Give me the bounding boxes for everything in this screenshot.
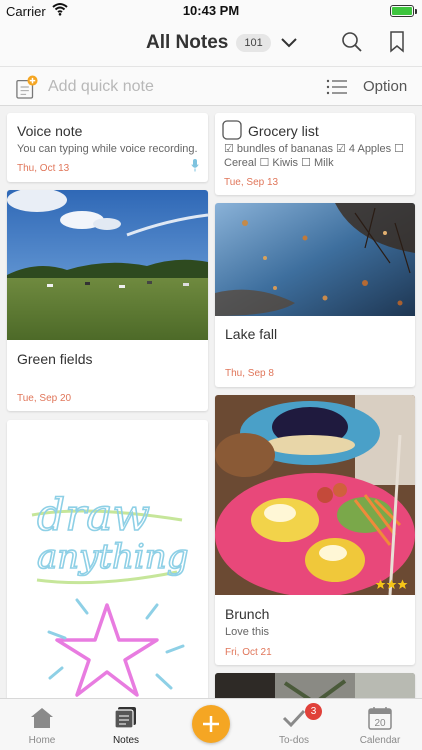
note-date: Thu, Oct 13: [17, 163, 70, 174]
note-title: Brunch: [225, 606, 270, 622]
note-card-voice[interactable]: Voice note You can typing while voice re…: [7, 113, 208, 182]
page-title: All Notes: [146, 32, 229, 53]
lake-fall-photo: [215, 203, 415, 316]
tab-notes[interactable]: Notes: [84, 699, 168, 750]
note-title: Grocery list: [248, 123, 319, 139]
notes-icon: [114, 707, 136, 729]
tab-label: Notes: [112, 735, 140, 746]
tab-label: Calendar: [359, 735, 401, 746]
drawing-text-line1: draw: [37, 490, 150, 541]
battery-icon: [390, 5, 417, 17]
note-date: Fri, Oct 21: [225, 647, 272, 658]
note-title: Green fields: [17, 351, 93, 367]
note-date: Tue, Sep 13: [224, 177, 279, 188]
microphone-icon: [191, 159, 199, 172]
chevron-down-icon: [281, 38, 297, 48]
green-fields-photo: [7, 190, 208, 340]
note-date: Thu, Sep 8: [225, 368, 274, 379]
star-icon: [397, 579, 408, 589]
note-card-drawing[interactable]: draw anything: [7, 420, 208, 710]
notes-title-dropdown[interactable]: All Notes 101: [146, 32, 297, 54]
grocery-line-1: ☑ bundles of bananas ☑ 4 Apples ☐: [224, 143, 405, 155]
quick-note-bar: Add quick note Option: [0, 66, 422, 106]
note-body: You can typing while voice recording.: [17, 143, 198, 155]
tab-label: Home: [28, 735, 56, 746]
note-body: Love this: [225, 626, 270, 638]
tab-label: To-dos: [278, 735, 309, 746]
note-card-grocery[interactable]: Grocery list ☑ bundles of bananas ☑ 4 Ap…: [215, 113, 415, 195]
quick-note-input[interactable]: Add quick note: [48, 78, 154, 96]
calendar-icon: 20: [368, 707, 392, 730]
note-count-badge: 101: [236, 34, 271, 52]
navigation-bar: All Notes 101: [0, 22, 422, 66]
bookmark-icon[interactable]: [389, 31, 405, 53]
search-icon[interactable]: [341, 31, 363, 53]
plus-icon: [203, 716, 219, 732]
battery-fill: [392, 7, 412, 15]
check-icon: [282, 709, 306, 728]
note-date: Tue, Sep 20: [17, 393, 72, 404]
home-icon: [31, 708, 53, 728]
brunch-photo: [215, 395, 415, 595]
drawing-text-line2: anything: [37, 537, 188, 577]
note-add-icon[interactable]: [16, 75, 38, 99]
tab-calendar[interactable]: 20 Calendar: [338, 699, 422, 750]
note-card-brunch[interactable]: Brunch Love this Fri, Oct 21: [215, 395, 415, 665]
star-icon: [375, 579, 386, 589]
tab-todos[interactable]: To-dos: [252, 699, 336, 750]
clock: 10:43 PM: [182, 3, 240, 18]
grocery-line-2: Cereal ☐ Kiwis ☐ Milk: [224, 157, 334, 169]
star-icon: [386, 579, 397, 589]
rating-stars: [375, 579, 408, 589]
calendar-day: 20: [374, 718, 386, 729]
note-title: Voice note: [17, 123, 83, 139]
checkbox-icon[interactable]: [222, 120, 242, 140]
drawing-sketch: draw anything: [31, 489, 189, 697]
option-button[interactable]: Option: [363, 78, 407, 95]
list-icon[interactable]: [326, 79, 348, 95]
tab-home[interactable]: Home: [0, 699, 84, 750]
add-note-button[interactable]: [192, 705, 230, 743]
status-bar: Carrier 10:43 PM: [0, 0, 422, 22]
note-card-lake-fall[interactable]: Lake fall Thu, Sep 8: [215, 203, 415, 387]
note-card-green-fields[interactable]: Green fields Tue, Sep 20: [7, 190, 208, 411]
todos-count-badge: 3: [305, 703, 322, 720]
note-title: Lake fall: [225, 326, 278, 342]
